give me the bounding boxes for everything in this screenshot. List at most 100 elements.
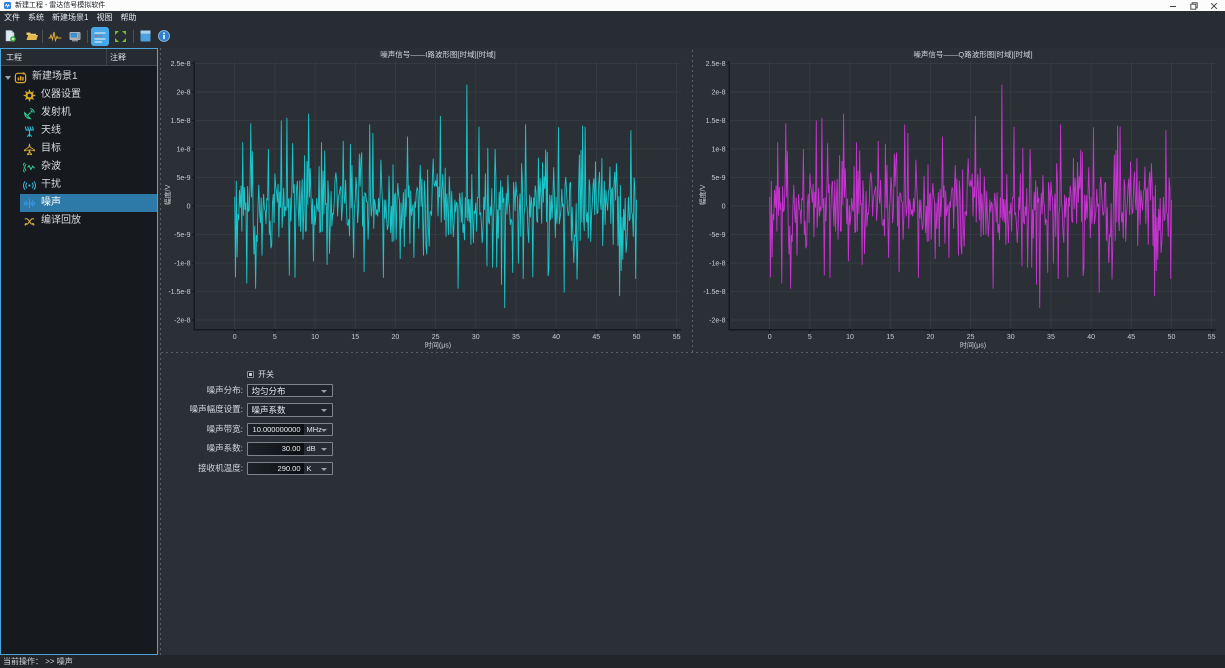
combo-0[interactable]: 均匀分布 (247, 384, 333, 398)
project-tree: 新建场景1仪器设置发射机天线目标杂波干扰噪声编译回放 (1, 68, 157, 230)
x-tick-label: 55 (673, 334, 681, 341)
y-axis-label: 幅度/V (163, 184, 172, 205)
compile-replay-icon (23, 215, 36, 228)
chart-svg-I: 2.5e-82e-81.5e-81e-85e-90-5e-9-1e-8-1.5e… (160, 48, 692, 352)
tree-item-新建场景1[interactable]: 新建场景1 (1, 68, 157, 86)
combo-1[interactable]: 噪声系数 (247, 403, 333, 417)
menu-bar: 文件 系统 新建场景1 视图 帮助 (0, 11, 1225, 24)
spin-3[interactable]: 30.00dB (247, 442, 333, 456)
tree-item-杂波[interactable]: 杂波 (1, 158, 157, 176)
menu-view[interactable]: 视图 (92, 11, 116, 24)
device-capture-icon (69, 31, 81, 42)
menu-system[interactable]: 系统 (24, 11, 48, 24)
transmitter-icon (23, 107, 36, 120)
tree-item-label: 噪声 (41, 194, 61, 212)
x-tick-label: 40 (552, 334, 560, 341)
x-tick-label: 5 (273, 334, 277, 341)
x-tick-label: 0 (768, 334, 772, 341)
jamming-icon (23, 179, 36, 192)
close-button[interactable] (1204, 0, 1224, 11)
y-tick-label: 2.5e-8 (706, 61, 726, 68)
chevron-down-icon (321, 409, 327, 412)
switch-row: 开关 (247, 369, 274, 380)
tree-item-label: 编译回放 (41, 212, 81, 230)
scene-list-button[interactable] (91, 27, 109, 46)
tree-expander-icon[interactable] (5, 76, 11, 80)
y-axis-label: 幅度/V (698, 184, 707, 205)
y-tick-label: 0 (187, 203, 191, 210)
form-label-3: 噪声系数: (133, 442, 243, 456)
chart-splitter[interactable] (692, 50, 693, 352)
x-tick-label: 15 (886, 334, 894, 341)
menu-help[interactable]: 帮助 (116, 11, 140, 24)
x-tick-label: 25 (432, 334, 440, 341)
chart-form-splitter[interactable] (161, 352, 1225, 353)
toolbar-separator (42, 30, 43, 43)
maximize-restore-button[interactable] (1184, 0, 1204, 11)
spin-value[interactable]: 10.000000000 (248, 424, 304, 436)
tree-item-label: 杂波 (41, 158, 61, 176)
target-plane-icon (23, 143, 36, 156)
clutter-icon (23, 161, 36, 174)
minimize-icon (1169, 2, 1177, 10)
tree-item-噪声[interactable]: 噪声 (1, 194, 157, 212)
menu-file[interactable]: 文件 (0, 11, 24, 24)
expand-view-button[interactable] (113, 24, 127, 48)
y-tick-label: -2e-8 (174, 317, 190, 324)
notebook-button[interactable] (139, 24, 151, 48)
switch-checkbox[interactable] (247, 371, 254, 378)
tree-item-天线[interactable]: 天线 (1, 122, 157, 140)
spin-4[interactable]: 290.00K (247, 462, 333, 476)
minimize-button[interactable] (1163, 0, 1183, 11)
chevron-down-icon (321, 448, 327, 451)
x-axis-label: 时间(μs) (425, 341, 451, 350)
chevron-down-icon (321, 468, 327, 471)
tree-item-label: 仪器设置 (41, 86, 81, 104)
waveform-button[interactable] (48, 24, 62, 48)
x-tick-label: 15 (351, 334, 359, 341)
tree-item-仪器设置[interactable]: 仪器设置 (1, 86, 157, 104)
spin-unit: dB (304, 443, 332, 455)
tree-item-label: 新建场景1 (32, 68, 78, 86)
project-tree-panel: 工程 注释 新建场景1仪器设置发射机天线目标杂波干扰噪声编译回放 (0, 48, 158, 655)
window-title: 新建工程 - 雷达信号模拟软件 (15, 0, 105, 11)
x-tick-label: 55 (1208, 334, 1216, 341)
y-tick-label: -1.5e-8 (168, 289, 190, 296)
tree-item-目标[interactable]: 目标 (1, 140, 157, 158)
x-tick-label: 30 (472, 334, 480, 341)
tree-item-label: 天线 (41, 122, 61, 140)
x-tick-label: 45 (592, 334, 600, 341)
chevron-down-icon (321, 429, 327, 432)
column-divider[interactable] (106, 49, 107, 66)
title-bar: 新建工程 - 雷达信号模拟软件 (0, 0, 1225, 11)
x-tick-label: 50 (1168, 334, 1176, 341)
open-project-icon (26, 31, 38, 41)
y-tick-label: -1e-8 (709, 260, 725, 267)
open-project-button[interactable] (25, 24, 38, 48)
noise-icon (23, 197, 36, 210)
spin-2[interactable]: 10.000000000MHz (247, 423, 333, 437)
device-capture-button[interactable] (68, 24, 81, 48)
toolbar-separator (87, 30, 88, 43)
tree-item-label: 发射机 (41, 104, 71, 122)
menu-scene[interactable]: 新建场景1 (48, 11, 92, 24)
waveform-icon (48, 31, 62, 42)
tree-item-编译回放[interactable]: 编译回放 (1, 212, 157, 230)
tree-item-label: 目标 (41, 140, 61, 158)
tree-item-发射机[interactable]: 发射机 (1, 104, 157, 122)
chart-i-panel: 2.5e-82e-81.5e-81e-85e-90-5e-9-1e-8-1.5e… (160, 48, 692, 352)
tree-item-干扰[interactable]: 干扰 (1, 176, 157, 194)
y-tick-label: -1.5e-8 (703, 289, 725, 296)
spin-value[interactable]: 30.00 (248, 443, 304, 455)
spin-value[interactable]: 290.00 (248, 463, 304, 475)
y-tick-label: 2e-8 (176, 89, 190, 96)
tree-header: 工程 注释 (1, 49, 157, 66)
column-project: 工程 (6, 49, 22, 66)
expand-view-icon (114, 30, 127, 43)
x-tick-label: 20 (927, 334, 935, 341)
new-project-button[interactable] (4, 24, 17, 48)
info-button[interactable] (158, 24, 170, 48)
form-label-2: 噪声带宽: (133, 423, 243, 437)
y-tick-label: 1e-8 (711, 146, 725, 153)
toolbar-separator (133, 30, 134, 43)
